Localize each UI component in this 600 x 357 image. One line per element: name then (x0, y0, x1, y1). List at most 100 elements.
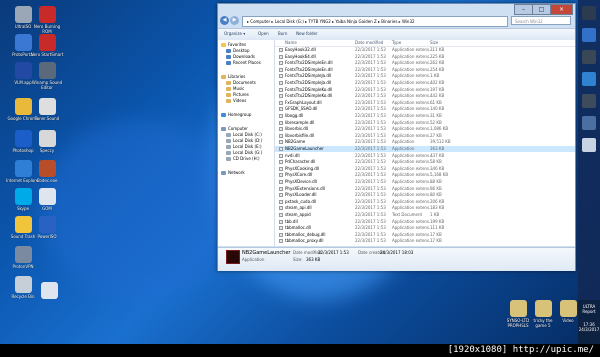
file-row[interactable]: NB2Game 22/3/2017 1:53 Application 39,512 K… (275, 139, 575, 145)
file-row[interactable]: tbbmalloc_proxy.dll 22/3/2017 1:53 Applica… (275, 238, 575, 244)
file-type: Application (392, 146, 415, 151)
file-row[interactable]: FontsTtx2DSimpleEn.dll 22/3/2017 1:53 Appl… (275, 67, 575, 73)
file-row[interactable]: PhysXDevice.dll 22/3/2017 1:53 Application… (275, 179, 575, 185)
desktop-folder-icon[interactable]: Video (556, 300, 580, 323)
nav-item[interactable]: Local Disk (G:) (226, 150, 262, 155)
file-type: Application extens... (392, 80, 433, 85)
nav-item[interactable]: Desktop (226, 48, 250, 53)
desktop-folder-icon[interactable]: tricky the game 5 (531, 300, 555, 328)
taskbar-button[interactable] (582, 138, 596, 152)
file-size: 402 KB (430, 80, 445, 85)
new-folder-button[interactable]: New folder (296, 31, 318, 36)
file-row[interactable]: FontsTtx2DSimpleKo.dll 22/3/2017 1:53 Appl… (275, 93, 575, 99)
file-row[interactable]: FontsTtx2DSimpleJa.dll 22/3/2017 1:53 Appl… (275, 73, 575, 79)
desktop-folder-icon[interactable]: SYNSO-LTD PROPHSLS (506, 300, 530, 328)
file-row[interactable]: NB2GameLauncher 22/3/2017 1:53 Application… (275, 146, 575, 152)
address-bar[interactable]: ▸ Computer ▸ Local Disk (G:) ▸ TYTB YNG2… (242, 16, 508, 27)
minimize-button[interactable]: – (514, 4, 533, 15)
file-icon (279, 232, 283, 237)
file-name: FontsTtx2DSimpleKo.dll (285, 86, 333, 92)
file-row[interactable]: PhysXCooking.dll 22/3/2017 1:53 Applicatio… (275, 166, 575, 172)
desktop-icon[interactable]: Codec.exe (30, 160, 64, 183)
taskbar-button[interactable] (582, 50, 596, 64)
search-input[interactable]: Search Win32 (511, 16, 571, 25)
nav-item[interactable]: Recent Places (226, 60, 261, 65)
file-icon (279, 160, 283, 165)
file-row[interactable]: PhysXLoader.dll 22/3/2017 1:53 Application… (275, 192, 575, 198)
taskbar-button[interactable] (582, 28, 596, 42)
desktop-icon[interactable]: Nero Burning ROM (30, 6, 64, 34)
nav-item[interactable]: Downloads (226, 54, 255, 59)
file-row[interactable]: tbb.dll 22/3/2017 1:53 Application extens.… (275, 219, 575, 225)
maximize-button[interactable]: □ (532, 4, 551, 15)
file-row[interactable]: PhysXExtensions.dll 22/3/2017 1:53 Applica… (275, 186, 575, 192)
desktop-icon[interactable]: Winamp Sound Editor (30, 62, 64, 90)
nav-item[interactable]: Local Disk (C:) (226, 132, 262, 137)
file-type: Application extens... (392, 73, 433, 79)
nav-item[interactable]: CD Drive (H:) (226, 156, 260, 161)
forward-button[interactable]: ▶ (230, 16, 239, 25)
app-icon (38, 62, 56, 79)
details-created: 24/3/2017 18:03 (380, 250, 414, 255)
taskbar-button[interactable] (582, 116, 596, 130)
open-button[interactable]: Open (258, 31, 269, 36)
file-row[interactable]: PdCharacter.dll 22/3/2017 1:53 Application… (275, 159, 575, 165)
column-name[interactable]: Name (285, 40, 297, 45)
column-size[interactable]: Size (430, 40, 438, 45)
file-row[interactable]: steam_appid 22/3/2017 1:53 Text Document 1 … (275, 212, 575, 218)
nav-item-icon (226, 60, 231, 65)
file-size: 96 KB (430, 185, 442, 191)
file-row[interactable]: tbbmalloc_debug.dll 22/3/2017 1:53 Applica… (275, 232, 575, 238)
file-row[interactable]: steam_api.dll 22/3/2017 1:53 Application e… (275, 205, 575, 211)
column-type[interactable]: Type (392, 40, 401, 45)
file-row[interactable]: libogg.dll 22/3/2017 1:53 Application exte… (275, 113, 575, 119)
column-date[interactable]: Date modified (355, 40, 383, 45)
file-row[interactable]: GFSDK_SSAO.dll 22/3/2017 1:53 Application … (275, 106, 575, 112)
nav-item[interactable]: Pictures (226, 92, 249, 97)
nav-item[interactable]: Local Disk (E:) (226, 144, 262, 149)
nav-item[interactable]: Libraries (221, 74, 245, 79)
desktop-icon[interactable] (32, 282, 66, 300)
nav-item[interactable]: Favorites (221, 42, 246, 47)
file-row[interactable]: libvorbisfile.dll 22/3/2017 1:53 Applicati… (275, 133, 575, 139)
burn-button[interactable]: Burn (278, 31, 287, 36)
file-icon (279, 239, 283, 244)
file-row[interactable]: tbbmalloc.dll 22/3/2017 1:53 Application e… (275, 225, 575, 231)
file-row[interactable]: PhysXCore.dll 22/3/2017 1:53 Application e… (275, 172, 575, 178)
file-size: 58 KB (430, 159, 442, 165)
nav-item[interactable]: Network (221, 170, 245, 175)
desktop-icon[interactable]: ProtonVPN (6, 246, 40, 269)
desktop-icon[interactable]: PowerISO (30, 216, 64, 239)
file-row[interactable]: libresample.dll 22/3/2017 1:53 Application… (275, 120, 575, 126)
nav-item[interactable]: Homegroup (221, 112, 251, 117)
taskbar-button[interactable] (582, 94, 596, 108)
desktop-icon[interactable]: Speccy (30, 130, 64, 153)
nav-item[interactable]: Videos (226, 98, 246, 103)
title-bar[interactable]: – □ × (218, 4, 575, 15)
file-icon (279, 81, 283, 85)
file-row[interactable]: FxGraphLayout.dll 22/3/2017 1:53 Applicati… (275, 100, 575, 106)
file-row[interactable]: FontsTtx2DSimpleEn.dll 22/3/2017 1:53 Appl… (275, 60, 575, 66)
file-row[interactable]: FontsTtx2DSimpleKo.dll 22/3/2017 1:53 Appl… (275, 87, 575, 93)
app-icon (40, 282, 58, 299)
nav-item[interactable]: Documents (226, 80, 256, 85)
file-icon (279, 226, 283, 231)
back-button[interactable]: ◀ (220, 16, 229, 25)
nav-item[interactable]: Computer (221, 126, 248, 131)
file-row[interactable]: pxtask_cuda.dll 22/3/2017 1:53 Application… (275, 199, 575, 205)
desktop-icon[interactable]: Tuner.Sound (30, 98, 64, 121)
taskbar-button[interactable] (582, 72, 596, 86)
clock-date[interactable]: 24/3/2017 (578, 327, 600, 332)
file-row[interactable]: EasyHook64.dll 22/3/2017 1:53 Application … (275, 54, 575, 60)
file-row[interactable]: FontsTtx2DSimpleJa.dll 22/3/2017 1:53 Appl… (275, 80, 575, 86)
file-row[interactable]: libvorbis.dll 22/3/2017 1:53 Application e… (275, 126, 575, 132)
file-row[interactable]: EasyHook32.dll 22/3/2017 1:53 Application … (275, 47, 575, 53)
nav-item[interactable]: Local Disk (D:) (226, 138, 262, 143)
organize-menu[interactable]: Organize ▾ (224, 31, 245, 36)
close-button[interactable]: × (550, 4, 573, 15)
file-row[interactable]: nvdi.dll 22/3/2017 1:53 Application extens… (275, 153, 575, 159)
desktop-icon[interactable]: Nero StartSmart (30, 34, 64, 57)
taskbar-button[interactable] (582, 6, 596, 20)
nav-item[interactable]: Music (226, 86, 244, 91)
desktop-icon[interactable]: GOM (30, 188, 64, 211)
